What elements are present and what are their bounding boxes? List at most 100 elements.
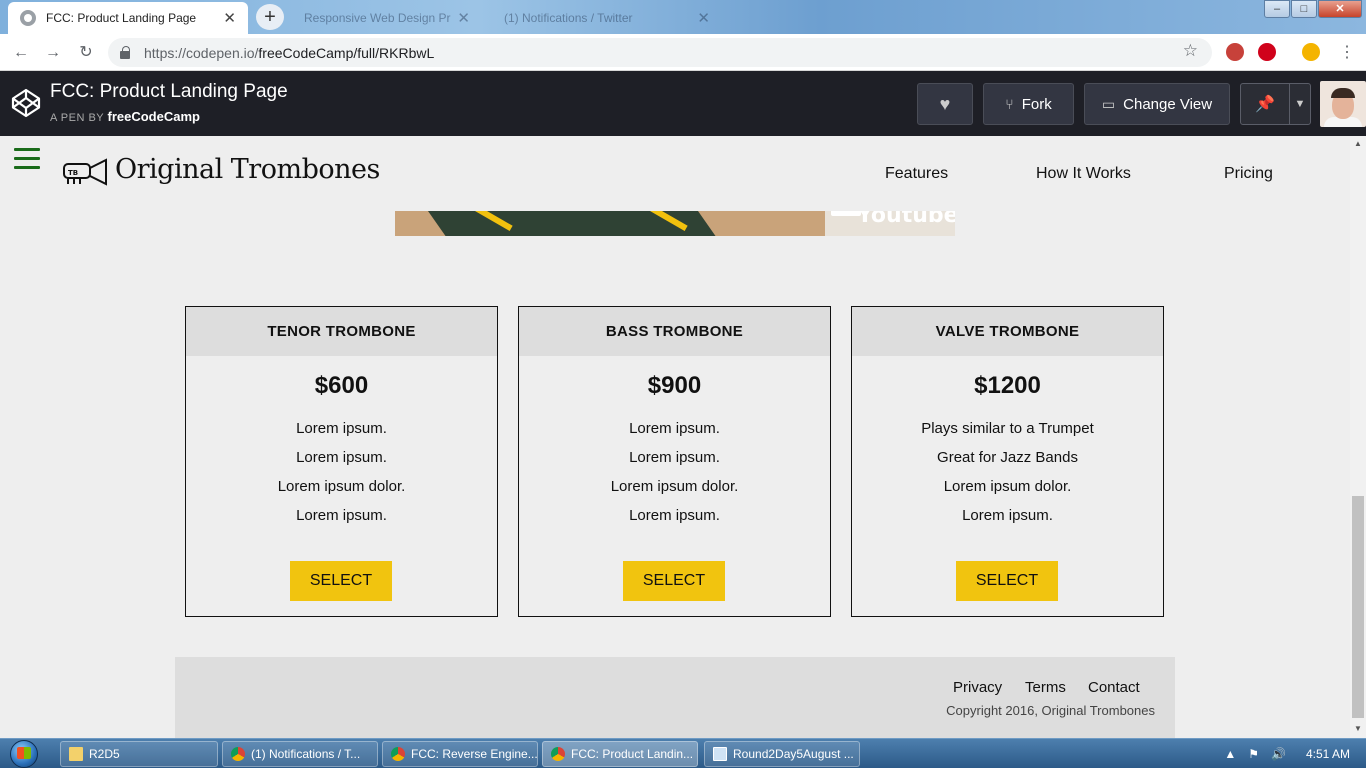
action-center-flag-icon[interactable]: ⚑ [1248,747,1259,761]
card-title: TENOR TROMBONE [186,307,497,356]
video-embed[interactable]: Youtube [395,211,955,236]
taskbar-label: Round2Day5August ... [733,747,854,761]
select-bass-button[interactable]: SELECT [623,561,725,601]
tab-close-icon[interactable]: ✕ [457,9,470,27]
site-header: TB Original Trombones Features How It Wo… [0,136,1350,211]
browser-tab-active[interactable]: FCC: Product Landing Page ✕ [8,2,248,34]
opera-extension-icon[interactable] [1258,43,1276,61]
trombone-logo-icon[interactable]: TB [62,156,108,188]
taskbar-label: R2D5 [89,747,120,761]
heart-button[interactable]: ♥ [917,83,973,125]
card-feature: Lorem ipsum dolor. [943,478,1072,495]
user-avatar[interactable] [1320,81,1366,127]
codepen-favicon-icon [20,10,36,26]
tab-close-icon[interactable]: ✕ [697,9,710,27]
browser-toolbar: ← → ↻ https://codepen.io/freeCodeCamp/fu… [0,34,1366,71]
volume-icon[interactable]: 🔊 [1271,747,1286,761]
scroll-down-icon[interactable]: ▼ [1354,724,1362,733]
pen-title: FCC: Product Landing Page [50,81,288,102]
menu-dots-icon[interactable]: ⋮ [1336,42,1358,64]
pin-dropdown-button[interactable]: ▼ [1289,83,1311,125]
card-feature: Lorem ipsum. [296,507,387,524]
fork-label: Fork [1021,95,1052,113]
forward-arrow-icon[interactable]: → [42,42,64,64]
pricing-card-bass: BASS TROMBONE $900 Lorem ipsum. Lorem ip… [518,306,831,617]
scroll-up-icon[interactable]: ▲ [1354,139,1362,148]
url-host: https://codepen.io/ [144,44,259,61]
avatar-hair [1331,88,1355,98]
nav-link-pricing[interactable]: Pricing [1224,165,1273,183]
taskbar-item-chrome[interactable]: (1) Notifications / T... [222,741,378,767]
view-icon: ▭ [1101,95,1116,112]
pin-icon: 📌 [1255,96,1275,113]
taskbar-item-folder[interactable]: R2D5 [60,741,218,767]
folder-icon [69,747,83,761]
browser-tab-strip: FCC: Product Landing Page ✕ + Responsive… [0,0,1366,34]
card-feature: Lorem ipsum. [629,449,720,466]
chrome-icon [391,747,405,761]
change-view-button[interactable]: ▭ Change View [1084,83,1230,125]
fork-button[interactable]: ⑂ Fork [983,83,1074,125]
close-window-button[interactable]: ✕ [1318,0,1362,18]
browser-tab[interactable]: Responsive Web Design Project ✕ [292,2,482,34]
minimize-button[interactable]: – [1264,0,1290,18]
shield-extension-icon[interactable] [1226,43,1244,61]
nav-link-how-it-works[interactable]: How It Works [1036,165,1131,183]
card-price: $600 [314,372,369,399]
url-text: https://codepen.io/freeCodeCamp/full/RKR… [144,45,434,61]
back-arrow-icon[interactable]: ← [10,42,32,64]
card-title: VALVE TROMBONE [852,307,1163,356]
card-title: BASS TROMBONE [519,307,830,356]
select-tenor-button[interactable]: SELECT [290,561,392,601]
page-scrollbar[interactable]: ▲ ▼ [1350,136,1366,738]
maximize-button[interactable]: □ [1291,0,1317,18]
card-feature: Lorem ipsum dolor. [277,478,406,495]
url-path: freeCodeCamp/full/RKRbwL [258,44,435,61]
card-feature: Lorem ipsum dolor. [610,478,739,495]
footer-link-terms[interactable]: Terms [1025,679,1066,696]
pricing-card-valve: VALVE TROMBONE $1200 Plays similar to a … [851,306,1164,617]
taskbar-label: (1) Notifications / T... [251,747,361,761]
page-viewport: TB Original Trombones Features How It Wo… [0,136,1350,738]
youtube-wordmark: Youtube [857,211,955,228]
address-bar[interactable]: https://codepen.io/freeCodeCamp/full/RKR… [108,38,1212,67]
card-price: $900 [647,372,702,399]
change-view-label: Change View [1123,95,1213,113]
nav-link-features[interactable]: Features [885,165,948,183]
browser-tab[interactable]: (1) Notifications / Twitter ✕ [492,2,722,34]
new-tab-button[interactable]: + [256,4,284,30]
hamburger-menu-icon[interactable] [14,148,40,170]
card-feature: Lorem ipsum. [629,507,720,524]
tab-title: Responsive Web Design Project [304,11,451,25]
bookmark-star-icon[interactable]: ☆ [1183,41,1198,61]
tray-expand-icon[interactable]: ▲ [1224,747,1236,761]
system-tray: ▲ ⚑ 🔊 4:51 AM [1224,739,1366,768]
tab-close-icon[interactable]: ✕ [223,9,236,27]
card-feature: Lorem ipsum. [296,449,387,466]
footer-link-contact[interactable]: Contact [1088,679,1140,696]
pen-author-line: A PEN BY freeCodeCamp [50,109,200,124]
profile-extension-icon[interactable] [1302,43,1320,61]
scrollbar-thumb[interactable] [1352,496,1364,718]
tab-title: FCC: Product Landing Page [46,11,197,25]
card-feature: Lorem ipsum. [296,420,387,437]
card-feature: Great for Jazz Bands [937,449,1078,466]
taskbar-item-chrome[interactable]: FCC: Reverse Engine... [382,741,538,767]
fork-icon: ⑂ [1005,96,1014,112]
card-features: Lorem ipsum. Lorem ipsum. Lorem ipsum do… [186,414,497,530]
brand-name[interactable]: Original Trombones [115,154,380,185]
card-features: Plays similar to a Trumpet Great for Jaz… [852,414,1163,530]
footer-link-privacy[interactable]: Privacy [953,679,1002,696]
codepen-logo-icon[interactable] [10,87,42,119]
select-valve-button[interactable]: SELECT [956,561,1058,601]
taskbar-label: FCC: Reverse Engine... [411,747,538,761]
windows-flag-icon [17,747,31,759]
notepad-icon [713,747,727,761]
start-button[interactable] [4,739,44,768]
reload-icon[interactable]: ↻ [75,42,97,64]
taskbar-item-chrome-active[interactable]: FCC: Product Landin... [542,741,698,767]
pen-author-link[interactable]: freeCodeCamp [108,109,200,124]
pin-button[interactable]: 📌 [1240,83,1290,125]
taskbar-item-notepad[interactable]: Round2Day5August ... [704,741,860,767]
taskbar-clock[interactable]: 4:51 AM [1306,747,1350,761]
